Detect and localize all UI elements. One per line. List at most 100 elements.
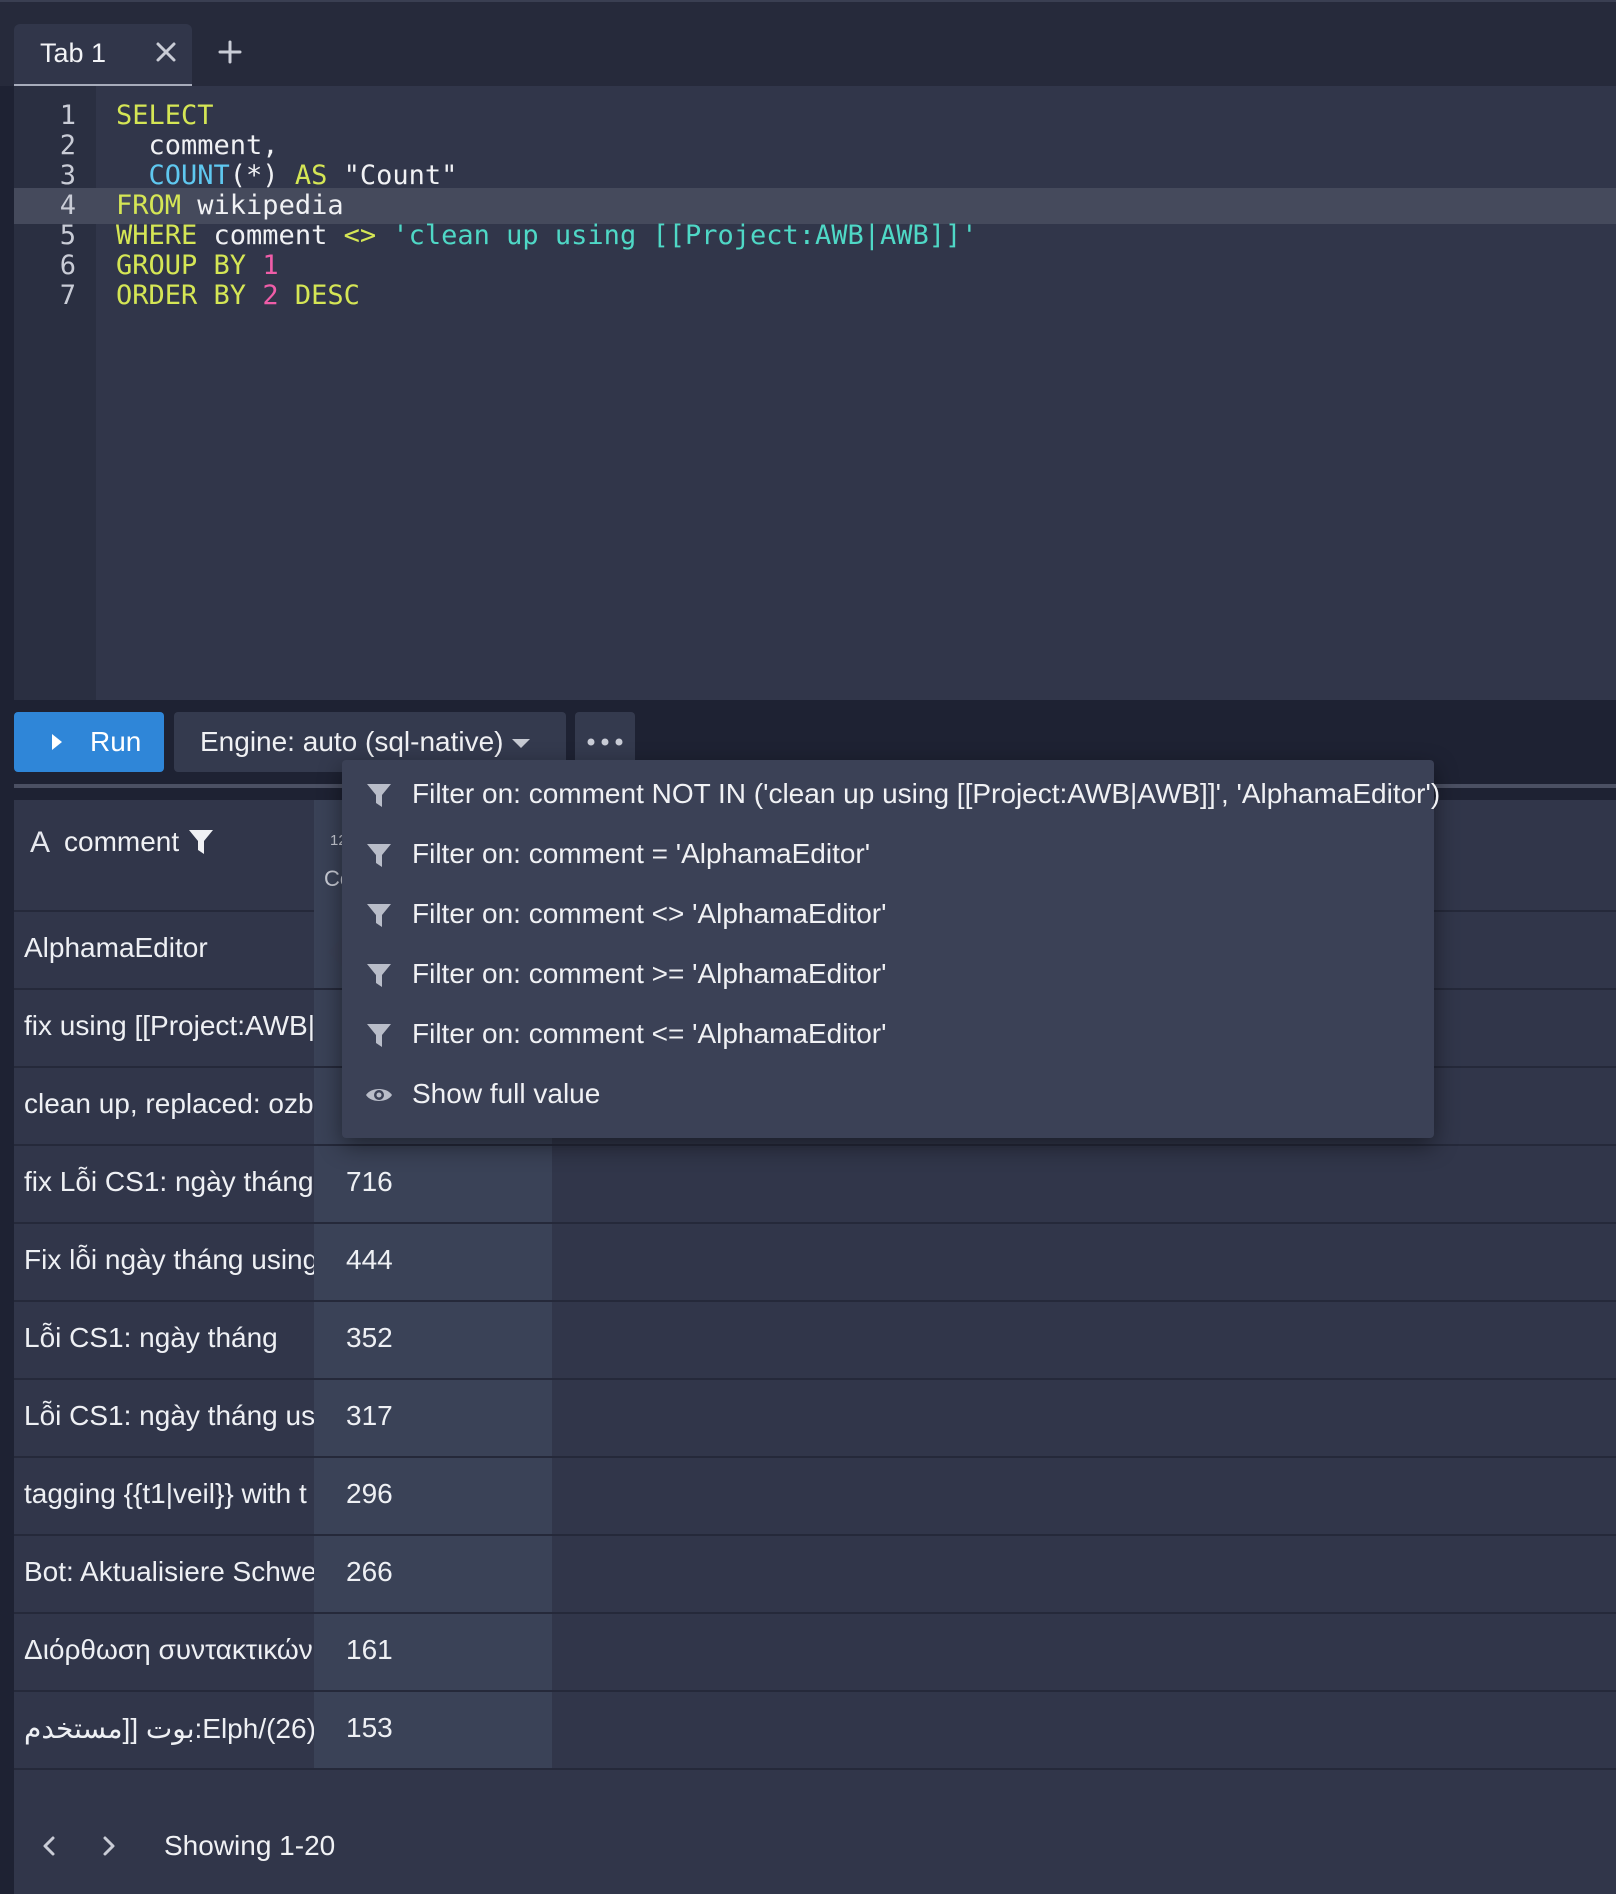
menu-item-filter[interactable]: Filter on: comment <> 'AlphamaEditor' bbox=[342, 884, 1434, 944]
plus-icon[interactable] bbox=[212, 34, 248, 70]
cell-value: clean up, replaced: ozbek bbox=[24, 1088, 314, 1119]
play-icon bbox=[52, 734, 62, 750]
table-row[interactable]: tagging {{t1|veil}} with t 296 bbox=[14, 1458, 1616, 1536]
cell-count[interactable]: 161 bbox=[314, 1614, 552, 1690]
code-token: comment, bbox=[116, 130, 279, 161]
cell-comment[interactable]: بوت [[مستخدم:Elph/(26) ادلة bbox=[14, 1692, 314, 1768]
filter-icon bbox=[189, 830, 213, 854]
eye-icon bbox=[366, 1089, 392, 1101]
cell-comment[interactable]: clean up, replaced: ozbek bbox=[14, 1068, 314, 1144]
tab-label: Tab 1 bbox=[40, 38, 107, 68]
cell-comment[interactable]: Fix lỗi ngày tháng using bbox=[14, 1224, 314, 1300]
code-token: WHERE bbox=[116, 220, 198, 251]
menu-item-label: Filter on: comment <= 'AlphamaEditor' bbox=[412, 1018, 887, 1049]
cell-empty bbox=[552, 1536, 1616, 1612]
cell-empty bbox=[552, 1380, 1616, 1456]
cell-value: 317 bbox=[346, 1400, 393, 1431]
table-row[interactable]: Lỗi CS1: ngày tháng using 317 bbox=[14, 1380, 1616, 1458]
cell-value: بوت [[مستخدم:Elph/(26) ادلة bbox=[24, 1713, 314, 1744]
cell-value: 352 bbox=[346, 1322, 393, 1353]
cell-value: fix using [[Project:AWB|AWB]] bbox=[24, 1010, 314, 1041]
cell-count[interactable]: 317 bbox=[314, 1380, 552, 1456]
tab-query-1[interactable]: Tab 1 bbox=[14, 24, 192, 88]
code-token: 'clean up using [[Project:AWB|AWB]]' bbox=[376, 220, 978, 251]
cell-value: Lỗi CS1: ngày tháng bbox=[24, 1322, 278, 1353]
menu-item-label: Show full value bbox=[412, 1078, 601, 1109]
cell-value: 444 bbox=[346, 1244, 393, 1275]
menu-item-label: Filter on: comment = 'AlphamaEditor' bbox=[412, 838, 871, 869]
code-token: comment bbox=[197, 220, 344, 251]
string-type-icon: A bbox=[30, 826, 51, 859]
code-token: wikipedia bbox=[181, 190, 344, 221]
cell-empty bbox=[552, 1692, 1616, 1768]
run-button[interactable]: Run bbox=[14, 712, 164, 772]
menu-item-filter[interactable]: Filter on: comment >= 'AlphamaEditor' bbox=[342, 944, 1434, 1004]
cell-context-menu: Filter on: comment NOT IN ('clean up usi… bbox=[342, 760, 1440, 1138]
cell-value: 153 bbox=[346, 1712, 393, 1743]
cell-empty bbox=[552, 1458, 1616, 1534]
sql-editor[interactable]: 1 SELECT 2 comment, 3 COUNT(*) AS "Count" 4 F… bbox=[14, 86, 1616, 700]
table-row[interactable]: بوت [[مستخدم:Elph/(26) ادلة 153 bbox=[14, 1692, 1616, 1770]
cell-value: 296 bbox=[346, 1478, 393, 1509]
cell-comment[interactable]: Bot: Aktualisiere Schwes bbox=[14, 1536, 314, 1612]
chevron-down-icon bbox=[512, 739, 530, 748]
chevron-right-icon[interactable] bbox=[94, 1830, 124, 1862]
cell-comment[interactable]: AlphamaEditor bbox=[14, 912, 314, 988]
cell-comment[interactable]: Lỗi CS1: ngày tháng using bbox=[14, 1380, 314, 1456]
chevron-left-icon[interactable] bbox=[34, 1830, 64, 1862]
filter-icon bbox=[367, 1024, 391, 1047]
pagination-status: Showing 1-20 bbox=[164, 1830, 336, 1861]
cell-value: Lỗi CS1: ngày tháng using bbox=[24, 1400, 314, 1431]
menu-item-show-full-value[interactable]: Show full value bbox=[342, 1064, 1434, 1124]
cell-value: Fix lỗi ngày tháng using bbox=[24, 1244, 314, 1275]
line-number: 7 bbox=[59, 280, 76, 311]
code-token: COUNT bbox=[116, 160, 230, 191]
code-token: 2 bbox=[262, 280, 279, 311]
cell-count[interactable]: 444 bbox=[314, 1224, 552, 1300]
code-token: SELECT bbox=[116, 100, 214, 131]
menu-item-filter[interactable]: Filter on: comment <= 'AlphamaEditor' bbox=[342, 1004, 1434, 1064]
table-row[interactable]: Lỗi CS1: ngày tháng 352 bbox=[14, 1302, 1616, 1380]
table-row[interactable]: Διόρθωση συντακτικών 161 bbox=[14, 1614, 1616, 1692]
code-token: FROM bbox=[116, 190, 182, 221]
code-line[interactable]: 7 ORDER BY 2 DESC bbox=[14, 278, 1616, 314]
tab-bar: Tab 1 bbox=[0, 0, 1616, 88]
filter-icon bbox=[367, 844, 391, 867]
cell-value: Διόρθωση συντακτικών bbox=[24, 1634, 313, 1665]
cell-count[interactable]: 153 bbox=[314, 1692, 552, 1768]
cell-value: tagging {{t1|veil}} with t bbox=[24, 1478, 307, 1509]
cell-comment[interactable]: tagging {{t1|veil}} with t bbox=[14, 1458, 314, 1534]
code-text: ORDER BY 2 DESC bbox=[116, 278, 360, 314]
menu-item-filter[interactable]: Filter on: comment = 'AlphamaEditor' bbox=[342, 824, 1434, 884]
cell-empty bbox=[552, 1614, 1616, 1690]
cell-comment[interactable]: fix using [[Project:AWB|AWB]] bbox=[14, 990, 314, 1066]
filter-icon bbox=[367, 904, 391, 927]
code-token: 1 bbox=[262, 250, 279, 281]
cell-value: 266 bbox=[346, 1556, 393, 1587]
ellipsis-icon bbox=[587, 738, 623, 746]
pagination-bar: Showing 1-20 bbox=[14, 1800, 1616, 1894]
code-token: AS bbox=[294, 160, 328, 191]
cell-count[interactable]: 266 bbox=[314, 1536, 552, 1612]
cell-value: AlphamaEditor bbox=[24, 932, 208, 963]
table-row[interactable]: fix Lỗi CS1: ngày tháng 716 bbox=[14, 1146, 1616, 1224]
cell-count[interactable]: 352 bbox=[314, 1302, 552, 1378]
menu-item-filter[interactable]: Filter on: comment NOT IN ('clean up usi… bbox=[342, 764, 1440, 824]
cell-comment[interactable]: fix Lỗi CS1: ngày tháng bbox=[14, 1146, 314, 1222]
cell-comment[interactable]: Lỗi CS1: ngày tháng bbox=[14, 1302, 314, 1378]
close-icon[interactable] bbox=[148, 34, 184, 70]
cell-count[interactable]: 296 bbox=[314, 1458, 552, 1534]
cell-value: fix Lỗi CS1: ngày tháng bbox=[24, 1166, 314, 1197]
cell-comment[interactable]: Διόρθωση συντακτικών bbox=[14, 1614, 314, 1690]
cell-empty bbox=[552, 1224, 1616, 1300]
code-token: GROUP BY bbox=[116, 250, 247, 281]
table-row[interactable]: Bot: Aktualisiere Schwes 266 bbox=[14, 1536, 1616, 1614]
cell-count[interactable]: 716 bbox=[314, 1146, 552, 1222]
column-header-comment[interactable]: A comment bbox=[14, 800, 314, 912]
table-row[interactable]: Fix lỗi ngày tháng using 444 bbox=[14, 1224, 1616, 1302]
code-token: "Count" bbox=[327, 160, 458, 191]
engine-select-label: Engine: auto (sql-native) bbox=[200, 726, 504, 757]
cell-value: 161 bbox=[346, 1634, 393, 1665]
